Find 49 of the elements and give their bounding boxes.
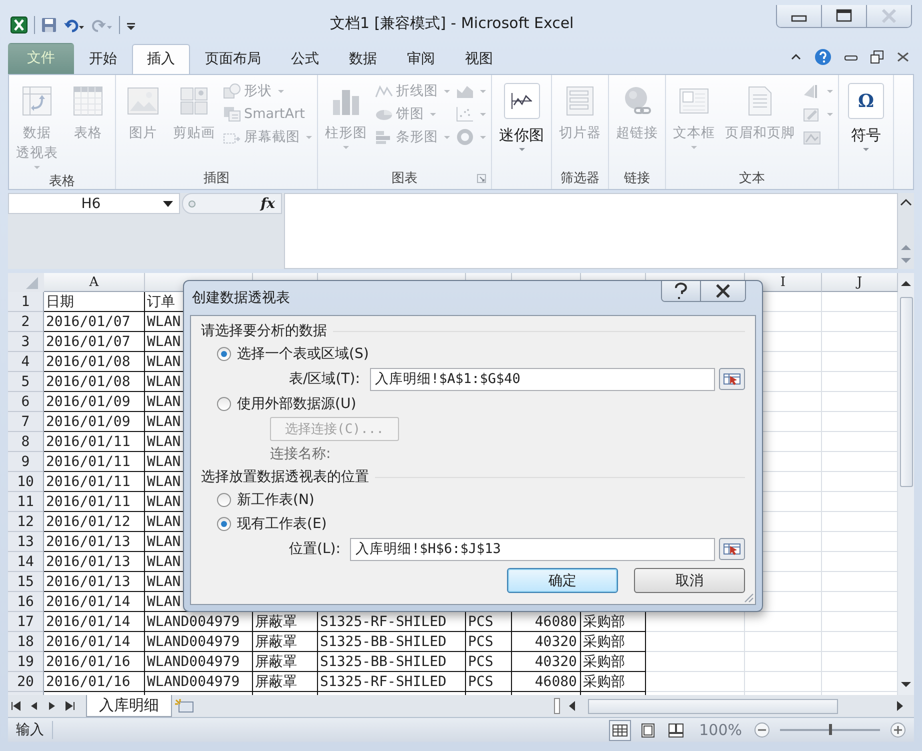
- status-text: 输入: [16, 721, 53, 739]
- table-cell: 2016/01/14: [44, 592, 145, 612]
- table-cell: 屏蔽罩: [253, 632, 318, 652]
- table-cell: WLAND004979: [145, 632, 253, 652]
- group-label: 筛选器: [560, 170, 600, 187]
- table-cell: PCS: [466, 652, 512, 672]
- field-label: 位置(L):: [289, 540, 340, 558]
- table-cell: 屏蔽罩: [253, 672, 318, 692]
- table-cell: 2016/01/14: [44, 612, 145, 632]
- table-cell: WLAND004979: [145, 652, 253, 672]
- table-cell: 2016/01/13: [44, 532, 145, 552]
- table-cell: 日期: [44, 292, 145, 312]
- table-cell: PCS: [466, 672, 512, 692]
- table-cell: 2016/01/07: [44, 332, 145, 352]
- table-cell: 2016/01/09: [44, 412, 145, 432]
- group-label: 插图: [204, 170, 230, 187]
- table-cell: 采购部: [581, 672, 646, 692]
- group-label: 表格: [49, 173, 75, 190]
- table-cell: 40320: [512, 652, 581, 672]
- field-label: 表/区域(T):: [289, 370, 360, 388]
- table-cell: 2016/01/13: [44, 552, 145, 572]
- window-title: 文档1 [兼容模式] - Microsoft Excel: [330, 14, 574, 33]
- table-cell: 2016/01/11: [44, 472, 145, 492]
- table-cell: 2016/01/13: [44, 572, 145, 592]
- table-cell: 2016/01/11: [44, 452, 145, 472]
- table-cell: S1325-RF-SHILED: [318, 672, 466, 692]
- table-cell: PCS: [466, 632, 512, 652]
- table-cell: 2016/01/08: [44, 372, 145, 392]
- group-label: 图表: [392, 170, 418, 187]
- table-cell: 2016/01/16: [44, 652, 145, 672]
- table-cell: 40320: [512, 632, 581, 652]
- table-cell: 采购部: [581, 632, 646, 652]
- table-cell: 采购部: [581, 652, 646, 672]
- table-cell: 2016/01/08: [44, 352, 145, 372]
- table-cell: WLAND004979: [145, 672, 253, 692]
- table-cell: 2016/01/11: [44, 492, 145, 512]
- table-cell: 46080: [512, 672, 581, 692]
- field-label: 连接名称:: [270, 445, 331, 463]
- group-label: 链接: [624, 170, 650, 187]
- table-cell: 2016/01/12: [44, 512, 145, 532]
- group-label: 文本: [739, 170, 765, 187]
- table-cell: 2016/01/07: [44, 312, 145, 332]
- table-cell: 2016/01/09: [44, 392, 145, 412]
- table-cell: 2016/01/16: [44, 672, 145, 692]
- table-cell: 2016/01/14: [44, 632, 145, 652]
- table-cell: 屏蔽罩: [253, 652, 318, 672]
- table-cell: S1325-BB-SHILED: [318, 652, 466, 672]
- table-cell: S1325-BB-SHILED: [318, 632, 466, 652]
- table-cell: 2016/01/11: [44, 432, 145, 452]
